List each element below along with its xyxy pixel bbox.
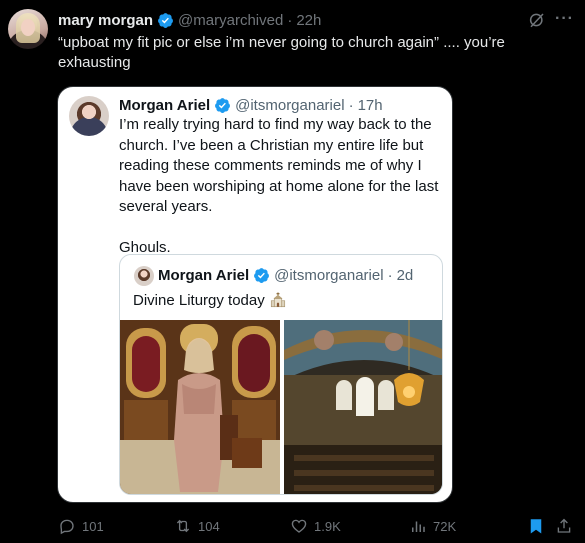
author-name[interactable]: Morgan Ariel <box>119 97 210 114</box>
reply-button[interactable]: 101 <box>58 513 104 539</box>
repost-button[interactable]: 104 <box>174 513 220 539</box>
views-count: 72K <box>433 518 457 534</box>
timestamp[interactable]: 17h <box>358 97 383 114</box>
author-handle[interactable]: @maryarchived <box>178 12 283 29</box>
avatar[interactable] <box>8 9 48 49</box>
post-image[interactable] <box>284 320 442 494</box>
quoted-tweet-paragraph: I’m really trying hard to find my way ba… <box>119 116 439 215</box>
quoted-tweet[interactable]: Morgan Ariel @itsmorganariel · 17h I’m r… <box>57 86 453 503</box>
reply-icon <box>60 519 74 535</box>
post-image-illustration <box>120 320 280 494</box>
quoted-tweet-text: I’m really trying hard to find my way ba… <box>119 115 449 258</box>
nested-quote-text: Divine Liturgy today <box>133 291 265 309</box>
grok-icon[interactable] <box>528 11 546 29</box>
separator-dot: · <box>387 266 393 284</box>
avatar[interactable] <box>69 96 109 136</box>
share-button[interactable] <box>555 513 573 539</box>
tweet-header: mary morgan @maryarchived · 22h <box>58 10 321 30</box>
avatar[interactable] <box>134 266 154 286</box>
timestamp[interactable]: 2d <box>397 267 414 284</box>
reply-count: 101 <box>82 518 104 534</box>
share-icon <box>557 518 571 533</box>
like-count: 1.9K <box>314 518 341 534</box>
more-options-icon[interactable]: ··· <box>555 11 575 28</box>
quoted-tweet-header: Morgan Ariel @itsmorganariel · 17h <box>119 96 383 114</box>
repost-count: 104 <box>198 518 220 534</box>
author-handle[interactable]: @itsmorganariel <box>235 97 344 114</box>
bookmark-button[interactable] <box>527 513 545 539</box>
author-name[interactable]: Morgan Ariel <box>158 267 249 284</box>
heart-icon <box>291 519 307 533</box>
views-button[interactable]: 72K <box>409 513 456 539</box>
analytics-icon <box>412 521 425 532</box>
post-image[interactable] <box>120 320 280 494</box>
verified-badge-icon <box>158 12 173 28</box>
verified-badge-icon <box>254 267 270 283</box>
action-bar: 101 104 1.9K 72K <box>0 513 585 539</box>
post-image-illustration <box>284 320 442 494</box>
nested-quote-text-line: Divine Liturgy today <box>133 291 287 309</box>
separator-dot: · <box>348 96 354 114</box>
separator-dot: · <box>287 11 293 29</box>
timestamp[interactable]: 22h <box>296 12 321 29</box>
nested-quote-header: Morgan Ariel @itsmorganariel · 2d <box>158 265 413 285</box>
tweet-text: “upboat my fit pic or else i’m never goi… <box>58 34 505 71</box>
tweet: mary morgan @maryarchived · 22h ··· “upb… <box>0 0 585 543</box>
nested-quoted-tweet[interactable]: Morgan Ariel @itsmorganariel · 2d Divine… <box>119 254 443 495</box>
church-icon <box>270 292 285 308</box>
author-name[interactable]: mary morgan <box>58 12 153 29</box>
like-button[interactable]: 1.9K <box>290 513 341 539</box>
verified-badge-icon <box>215 97 231 113</box>
bookmark-icon <box>530 519 542 534</box>
repost-icon <box>176 519 190 533</box>
author-handle[interactable]: @itsmorganariel <box>274 267 383 284</box>
